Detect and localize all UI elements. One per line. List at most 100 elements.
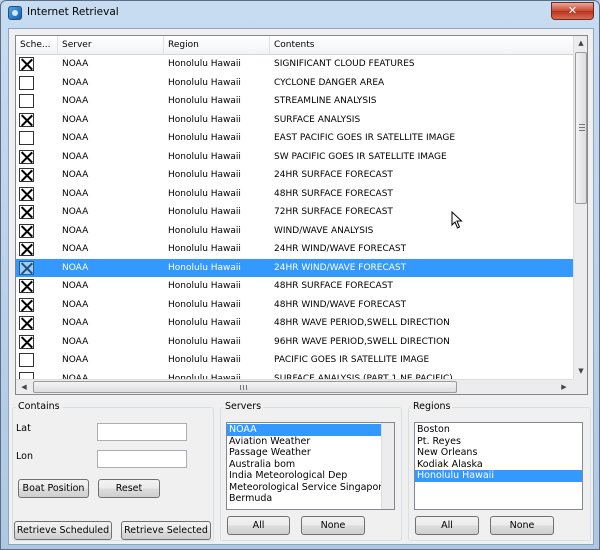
- schedule-checkbox[interactable]: [19, 316, 34, 330]
- schedule-checkbox[interactable]: [19, 186, 34, 201]
- schedule-checkbox[interactable]: [19, 75, 34, 90]
- contents-cell: 48HR WIND/WAVE FORECAST: [274, 299, 407, 310]
- app-icon: [8, 6, 22, 20]
- contents-cell: 72HR SURFACE FORECAST: [274, 207, 393, 217]
- table-row[interactable]: NOAA Honolulu Hawaii SW PACIFIC GOES IR SA…: [16, 148, 573, 167]
- server-cell: NOAA: [62, 299, 89, 310]
- table-row[interactable]: NOAA Honolulu Hawaii 24HR WIND/WAVE FORECA…: [16, 258, 573, 277]
- table-row[interactable]: NOAA Honolulu Hawaii CYCLONE DANGER AREA: [16, 74, 573, 93]
- server-list-item[interactable]: Australia bom: [227, 459, 381, 471]
- region-cell: Honolulu Hawaii: [168, 170, 241, 180]
- table-row[interactable]: NOAA Honolulu Hawaii STREAMLINE ANALYSIS: [16, 92, 573, 111]
- lat-label: Lat: [16, 423, 31, 434]
- title-bar[interactable]: Internet Retrieval ✕: [1, 1, 599, 25]
- schedule-checkbox[interactable]: [19, 279, 34, 293]
- server-list-item[interactable]: Meteorological Service Singapore: [227, 482, 388, 494]
- lon-input[interactable]: [97, 450, 187, 468]
- scroll-down-icon[interactable]: ▼: [574, 367, 587, 375]
- server-list-item[interactable]: Passage Weather: [227, 447, 381, 459]
- scroll-left-icon[interactable]: ◀: [17, 383, 31, 391]
- close-icon: ✕: [567, 4, 578, 17]
- schedule-checkbox[interactable]: [19, 94, 34, 108]
- server-list-item[interactable]: Aviation Weather: [227, 436, 381, 448]
- contents-cell: EAST PACIFIC GOES IR SATELLITE IMAGE: [274, 133, 456, 143]
- column-header-server[interactable]: Server: [58, 36, 164, 55]
- servers-all-button[interactable]: All: [227, 516, 290, 535]
- table-row[interactable]: NOAA Honolulu Hawaii EAST PACIFIC GOES IR …: [16, 129, 573, 148]
- region-cell: Honolulu Hawaii: [168, 96, 241, 106]
- boat-position-button[interactable]: Boat Position: [18, 479, 89, 498]
- retrieve-selected-button[interactable]: Retrieve Selected: [121, 521, 211, 540]
- table-row[interactable]: NOAA Honolulu Hawaii PACIFIC GOES IR SATEL…: [16, 351, 573, 370]
- table-row[interactable]: NOAA Honolulu Hawaii 48HR WAVE PERIOD,SWEL…: [16, 314, 573, 333]
- region-list-item[interactable]: Pt. Reyes: [415, 436, 582, 448]
- server-list-item[interactable]: India Meteorological Dep: [227, 470, 381, 482]
- vertical-scrollbar[interactable]: ▲ ▼: [573, 36, 587, 379]
- contents-cell: 48HR SURFACE FORECAST: [274, 281, 393, 291]
- scroll-right-icon[interactable]: ▶: [557, 383, 571, 391]
- region-cell: Honolulu Hawaii: [168, 59, 241, 69]
- region-cell: Honolulu Hawaii: [168, 299, 241, 310]
- schedule-checkbox[interactable]: [19, 131, 34, 145]
- column-header-region[interactable]: Region: [164, 36, 270, 55]
- table-row[interactable]: NOAA Honolulu Hawaii SURFACE ANALYSIS: [16, 111, 573, 130]
- server-list-item[interactable]: NOAA: [227, 424, 381, 436]
- lat-input[interactable]: [97, 423, 187, 441]
- mouse-cursor-icon: [451, 211, 463, 229]
- contains-label: Contains: [16, 401, 62, 412]
- schedule-checkbox[interactable]: [19, 297, 34, 312]
- retrieval-table[interactable]: Sche... Server Region Contents NOAA Honol…: [15, 35, 588, 395]
- table-row[interactable]: NOAA Honolulu Hawaii 24HR SURFACE FORECAST: [16, 166, 573, 185]
- servers-listbox[interactable]: NOAA Aviation Weather Passage Weather Austr…: [226, 422, 395, 510]
- server-cell: NOAA: [62, 170, 89, 180]
- regions-listbox[interactable]: Boston Pt. Reyes New Orleans Kodiak Alaska H…: [414, 422, 583, 510]
- table-row[interactable]: NOAA Honolulu Hawaii 96HR WAVE PERIOD,SWEL…: [16, 333, 573, 352]
- horizontal-scrollbar[interactable]: ◀ ▶: [16, 379, 573, 394]
- schedule-checkbox[interactable]: [19, 242, 34, 256]
- region-list-item[interactable]: Honolulu Hawaii: [415, 470, 582, 482]
- close-button[interactable]: ✕: [551, 2, 594, 20]
- servers-none-button[interactable]: None: [301, 516, 365, 535]
- contents-cell: STREAMLINE ANALYSIS: [274, 96, 377, 106]
- schedule-checkbox[interactable]: [19, 112, 34, 127]
- region-list-item[interactable]: New Orleans: [415, 447, 582, 459]
- contents-cell: 24HR WIND/WAVE FORECAST: [274, 262, 407, 273]
- retrieve-scheduled-button[interactable]: Retrieve Scheduled: [14, 521, 112, 540]
- table-row[interactable]: NOAA Honolulu Hawaii 48HR SURFACE FORECAST: [16, 185, 573, 204]
- schedule-checkbox[interactable]: [19, 223, 34, 238]
- server-cell: NOAA: [62, 188, 89, 199]
- servers-label: Servers: [223, 401, 264, 412]
- column-header-contents[interactable]: Contents: [270, 36, 573, 55]
- region-list-item[interactable]: Boston: [415, 424, 582, 436]
- table-row[interactable]: NOAA Honolulu Hawaii SIGNIFICANT CLOUD FEA…: [16, 55, 573, 74]
- scroll-up-icon[interactable]: ▲: [574, 39, 587, 47]
- schedule-checkbox[interactable]: [19, 168, 34, 182]
- table-row[interactable]: NOAA Honolulu Hawaii 24HR WIND/WAVE FORECA…: [16, 240, 573, 259]
- contents-cell: WIND/WAVE ANALYSIS: [274, 225, 374, 236]
- schedule-checkbox[interactable]: [19, 57, 34, 71]
- table-row[interactable]: NOAA Honolulu Hawaii WIND/WAVE ANALYSIS: [16, 222, 573, 241]
- table-header: Sche... Server Region Contents: [16, 36, 573, 55]
- scroll-corner: [573, 379, 587, 394]
- horizontal-scroll-thumb[interactable]: [33, 381, 457, 393]
- table-row[interactable]: NOAA Honolulu Hawaii 48HR SURFACE FORECAST: [16, 277, 573, 296]
- contents-cell: 96HR WAVE PERIOD,SWELL DIRECTION: [274, 336, 450, 347]
- schedule-checkbox[interactable]: [19, 353, 34, 367]
- server-cell: NOAA: [62, 336, 89, 347]
- table-row[interactable]: NOAA Honolulu Hawaii 72HR SURFACE FORECAST: [16, 203, 573, 222]
- region-list-item[interactable]: Kodiak Alaska: [415, 459, 582, 471]
- region-cell: Honolulu Hawaii: [168, 207, 241, 217]
- contents-cell: SW PACIFIC GOES IR SATELLITE IMAGE: [274, 151, 447, 162]
- server-list-item[interactable]: Bermuda: [227, 493, 381, 505]
- column-header-schedule[interactable]: Sche...: [16, 36, 58, 55]
- schedule-checkbox[interactable]: [19, 334, 34, 349]
- regions-none-button[interactable]: None: [490, 516, 554, 535]
- schedule-checkbox[interactable]: [19, 260, 34, 275]
- reset-button[interactable]: Reset: [98, 479, 160, 498]
- servers-scrollbar[interactable]: [381, 423, 394, 509]
- vertical-scroll-thumb[interactable]: [575, 52, 587, 204]
- schedule-checkbox[interactable]: [19, 205, 34, 219]
- schedule-checkbox[interactable]: [19, 149, 34, 164]
- table-row[interactable]: NOAA Honolulu Hawaii 48HR WIND/WAVE FORECA…: [16, 296, 573, 315]
- regions-all-button[interactable]: All: [415, 516, 479, 535]
